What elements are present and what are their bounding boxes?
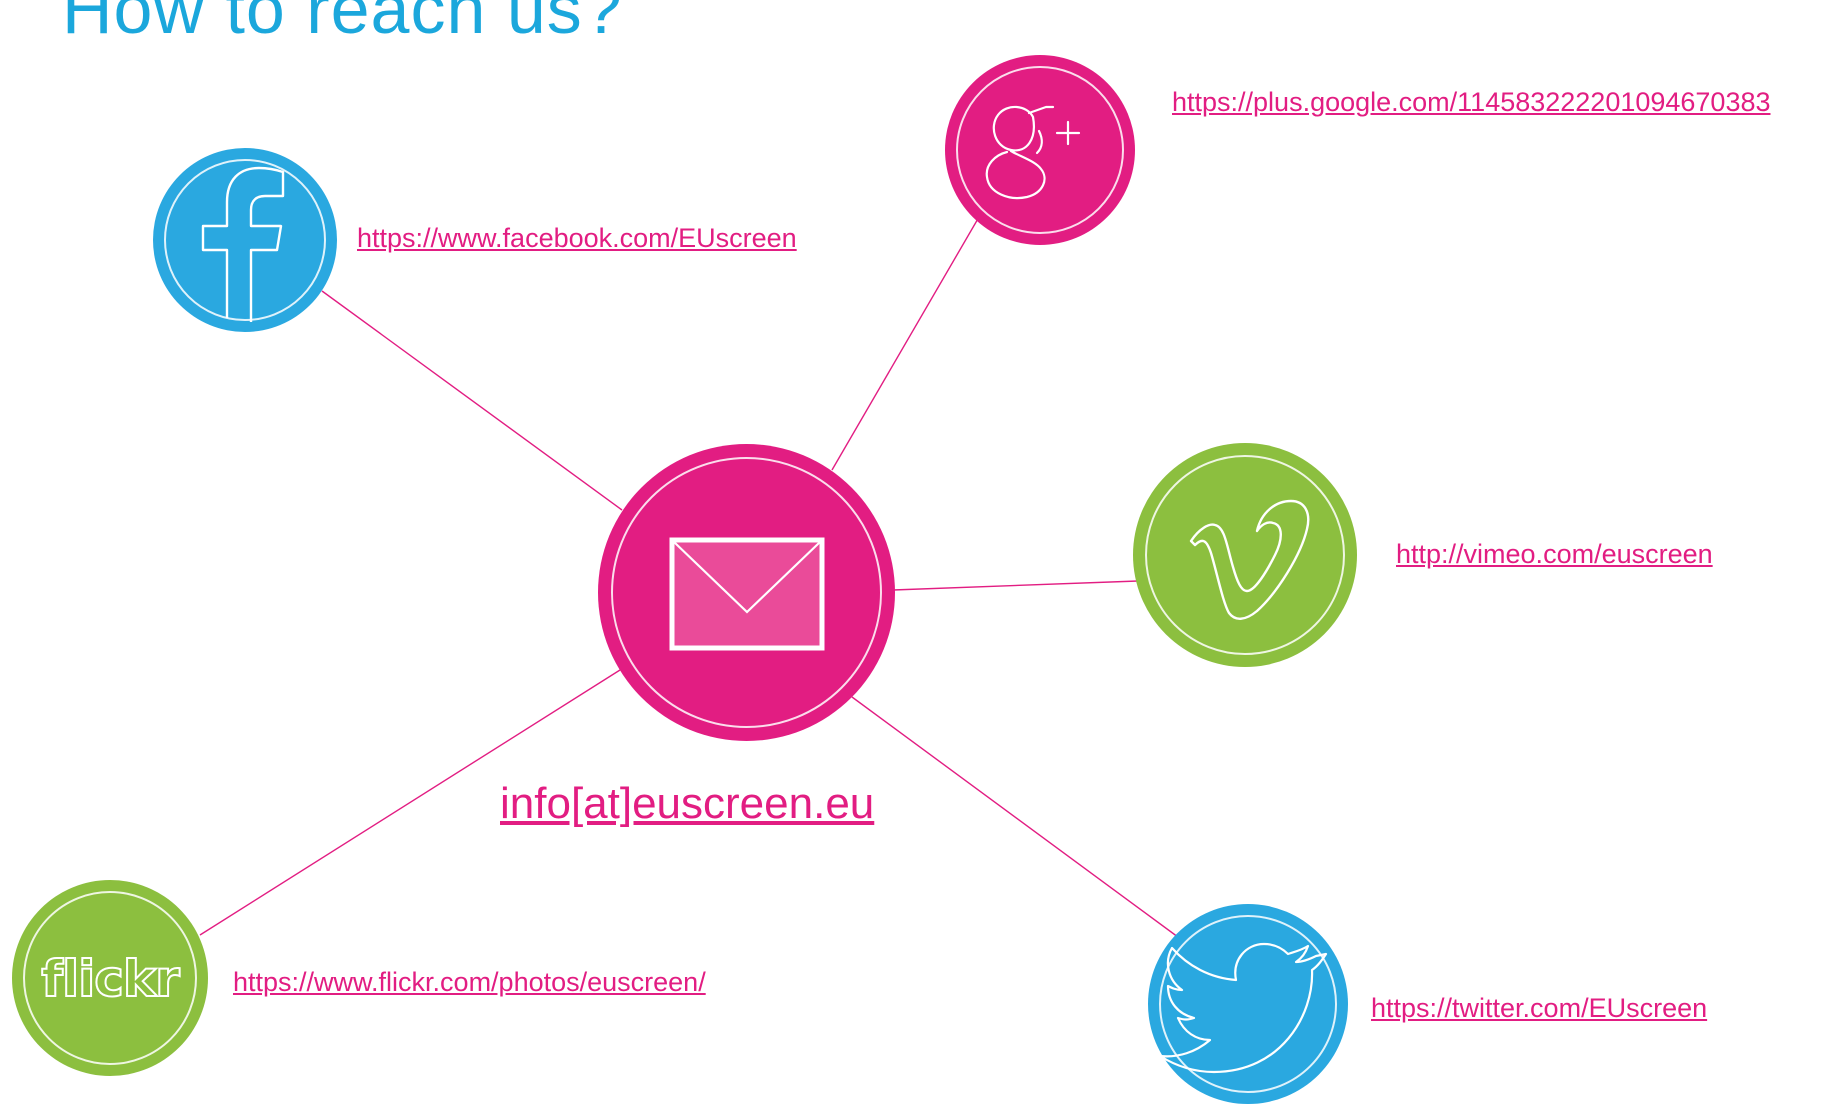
vimeo-icon — [1189, 499, 1310, 620]
email-node[interactable] — [598, 444, 895, 741]
flickr-icon: flickr — [40, 949, 182, 1009]
facebook-link[interactable]: https://www.facebook.com/EUscreen — [357, 222, 797, 254]
twitter-node[interactable] — [1148, 904, 1348, 1104]
vimeo-link[interactable]: http://vimeo.com/euscreen — [1396, 538, 1713, 570]
flickr-link[interactable]: https://www.flickr.com/photos/euscreen/ — [233, 966, 706, 998]
facebook-node[interactable] — [153, 148, 337, 332]
google-plus-icon — [985, 105, 1081, 200]
twitter-icon — [1158, 942, 1328, 1074]
email-link[interactable]: info[at]euscreen.eu — [500, 778, 874, 830]
connector-twitter — [851, 696, 1183, 941]
facebook-icon — [201, 166, 285, 322]
flickr-icon-text: flickr — [41, 950, 180, 1008]
flickr-node[interactable]: flickr — [12, 880, 208, 1076]
google-plus-link[interactable]: https://plus.google.com/1145832222010946… — [1172, 86, 1771, 118]
connector-vimeo — [892, 580, 1139, 591]
google-plus-node[interactable] — [945, 55, 1135, 245]
twitter-link[interactable]: https://twitter.com/EUscreen — [1371, 992, 1707, 1024]
connector-facebook — [321, 290, 623, 511]
envelope-icon — [669, 537, 825, 651]
vimeo-node[interactable] — [1133, 443, 1357, 667]
